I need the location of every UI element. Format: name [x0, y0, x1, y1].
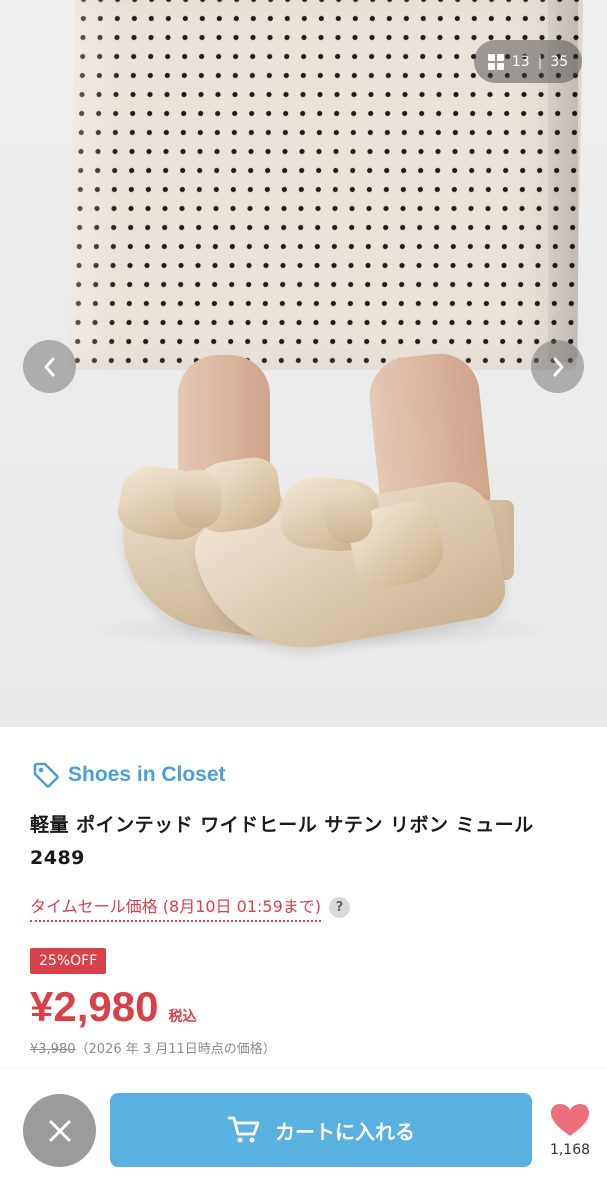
product-photo-bow-knot [175, 470, 221, 528]
timesale-info: タイムセール価格 (8月10日 01:59まで) ? [30, 893, 350, 922]
next-image-button[interactable] [531, 340, 584, 393]
add-to-cart-label: カートに入れる [275, 1119, 415, 1144]
reference-price: ¥3,980（2026 年 3 月11日時点の価格） [30, 1038, 276, 1057]
close-button[interactable] [23, 1094, 96, 1167]
brand-link[interactable]: Shoes in Closet [32, 761, 226, 789]
timesale-label: タイムセール価格 (8月10日 01:59まで) [30, 893, 321, 922]
close-icon [49, 1120, 70, 1141]
image-counter-current: 13 [511, 53, 530, 70]
heart-icon [551, 1104, 589, 1136]
sale-price: ¥2,980 [30, 983, 159, 1030]
favorite-count: 1,168 [549, 1142, 591, 1158]
help-icon[interactable]: ? [329, 897, 350, 918]
brand-name: Shoes in Closet [68, 763, 226, 786]
grid-icon [487, 53, 504, 70]
add-to-cart-button[interactable]: カートに入れる [110, 1093, 532, 1167]
image-counter-total: 35 [550, 53, 569, 70]
bottom-action-bar: カートに入れる 1,168 [0, 1070, 607, 1200]
cart-icon [227, 1116, 260, 1143]
reference-price-note: （2026 年 3 月11日時点の価格） [75, 1042, 276, 1057]
product-title: 軽量 ポインテッド ワイドヒール サテン リボン ミュール 2489 [30, 814, 534, 869]
discount-badge: 25%OFF [30, 948, 107, 974]
image-counter-separator: | [537, 53, 543, 70]
previous-image-button[interactable] [23, 340, 76, 393]
tax-label: 税込 [168, 1009, 197, 1025]
favorite-button[interactable]: 1,168 [545, 1102, 595, 1158]
product-image-gallery[interactable]: 13 | 35 [0, 0, 607, 727]
tag-icon [33, 762, 59, 788]
original-price: ¥3,980 [30, 1042, 76, 1057]
price-row: ¥2,980 税込 [30, 983, 196, 1031]
product-page: 13 | 35 Shoes in Closet 軽量 ポインテッド ワイドヒール… [0, 0, 607, 1200]
image-counter[interactable]: 13 | 35 [474, 40, 582, 83]
chevron-left-icon [44, 357, 54, 376]
chevron-right-icon [553, 357, 563, 376]
